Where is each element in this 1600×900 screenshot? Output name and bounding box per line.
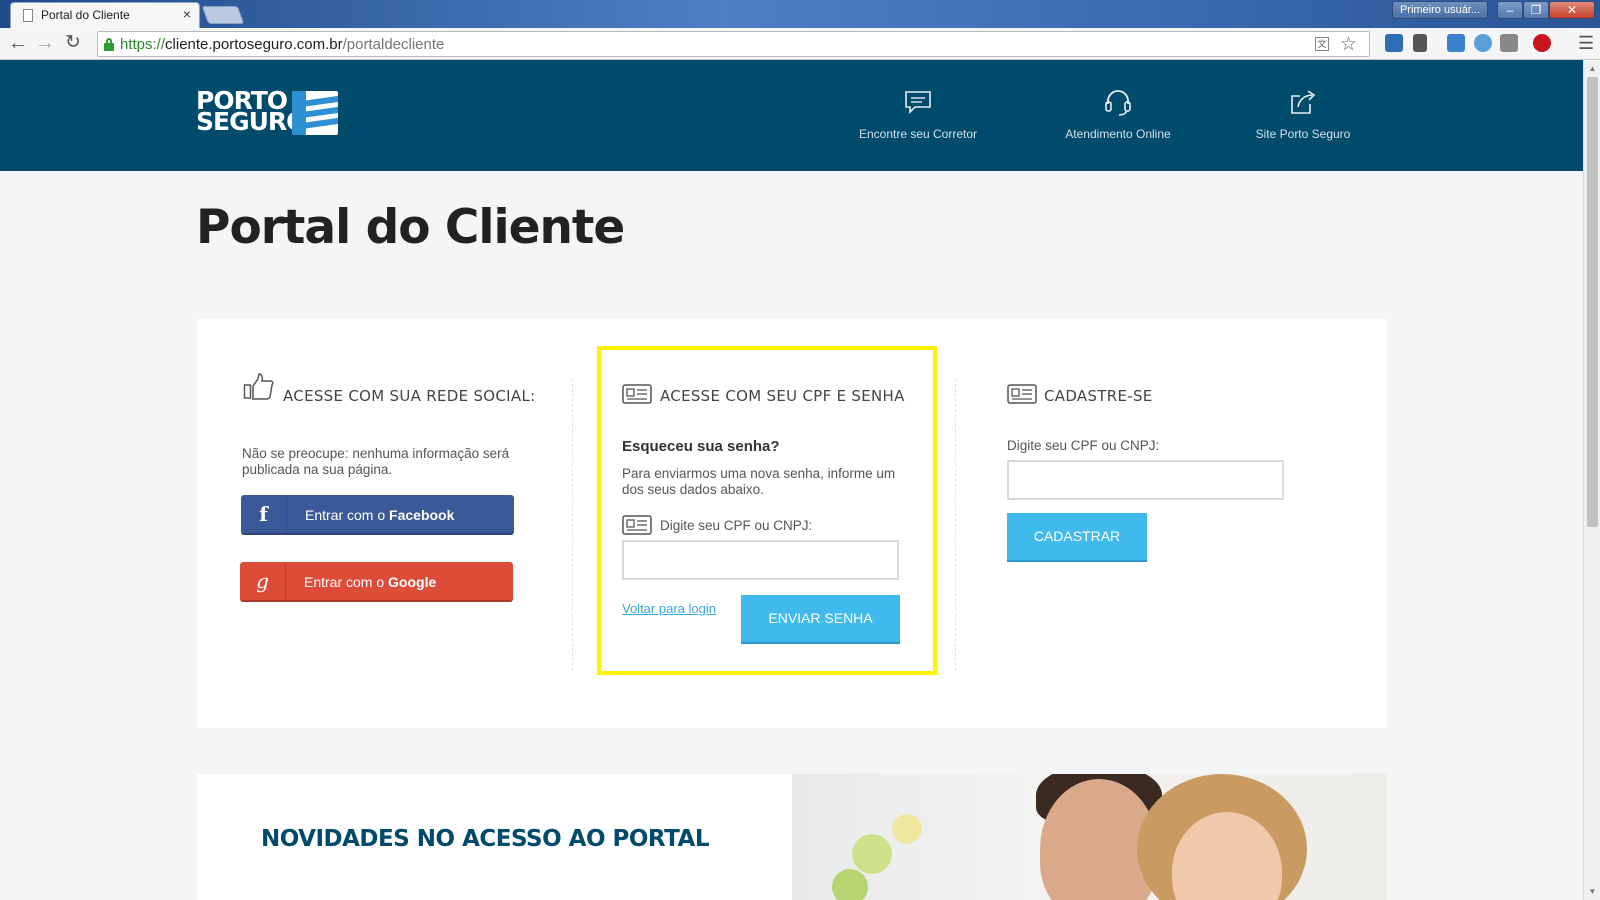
scroll-down-arrow-icon[interactable]: ▼ [1584, 883, 1600, 900]
close-window-button[interactable]: ✕ [1549, 1, 1595, 19]
header-link-label: Site Porto Seguro [1255, 127, 1351, 141]
news-section: NOVIDADES NO ACESSO AO PORTAL [197, 774, 1387, 900]
id-card-icon [1007, 384, 1037, 404]
google-login-button[interactable]: g Entrar com o Google [240, 562, 513, 602]
header-link-atendimento[interactable]: Atendimento Online [1058, 87, 1178, 141]
address-bar[interactable]: https://cliente.portoseguro.com.br/porta… [97, 31, 1370, 57]
header-link-site[interactable]: Site Porto Seguro [1248, 87, 1358, 141]
tab-title: Portal do Cliente [41, 8, 130, 22]
header-link-label: Atendimento Online [1065, 127, 1171, 141]
minimize-button[interactable]: – [1497, 1, 1523, 19]
lock-icon [104, 38, 114, 51]
extension-red-icon[interactable] [1533, 34, 1551, 52]
scroll-thumb[interactable] [1587, 77, 1598, 527]
site-header: PORTO SEGURO Encontre seu Corretor Atend… [0, 60, 1583, 171]
maximize-button[interactable]: ❐ [1523, 1, 1549, 19]
browser-tab[interactable]: Portal do Cliente × [10, 2, 200, 28]
register-column: CADASTRE-SE Digite seu CPF ou CNPJ: CADA… [955, 319, 1387, 728]
tab-close-icon[interactable]: × [183, 6, 191, 22]
reload-icon[interactable]: ↻ [61, 32, 85, 56]
vertical-scrollbar[interactable]: ▲ ▼ [1583, 60, 1600, 900]
header-link-label: Encontre seu Corretor [858, 127, 978, 141]
extension-eyedropper-icon[interactable] [1413, 34, 1427, 52]
new-tab-button[interactable] [201, 6, 245, 24]
register-field-label: Digite seu CPF ou CNPJ: [1007, 438, 1160, 453]
page-icon [23, 9, 33, 22]
porto-seguro-logo[interactable]: PORTO SEGURO [196, 86, 356, 138]
couple-photo [792, 774, 1387, 900]
extension-ghost-icon[interactable] [1474, 34, 1492, 52]
page-title: Portal do Cliente [196, 200, 625, 255]
external-link-icon [1291, 90, 1316, 114]
window-titlebar: Portal do Cliente × Primeiro usuár... – … [0, 0, 1600, 28]
register-heading: CADASTRE-SE [1044, 387, 1153, 405]
social-note: Não se preocupe: nenhuma informação será… [242, 446, 510, 477]
forward-arrow-icon[interactable]: → [33, 32, 57, 56]
register-cpf-input[interactable] [1007, 460, 1284, 500]
social-login-column: ACESSE COM SUA REDE SOCIAL: Não se preoc… [197, 319, 572, 728]
facebook-login-button[interactable]: f Entrar com o Facebook [241, 495, 514, 535]
chat-bubble-icon [905, 91, 931, 114]
profile-button[interactable]: Primeiro usuár... [1392, 1, 1488, 19]
scroll-up-arrow-icon[interactable]: ▲ [1584, 60, 1600, 77]
headset-icon [1105, 90, 1131, 116]
header-link-corretor[interactable]: Encontre seu Corretor [858, 87, 978, 141]
register-button[interactable]: CADASTRAR [1007, 513, 1147, 562]
social-heading: ACESSE COM SUA REDE SOCIAL: [283, 387, 536, 405]
thumbs-up-icon [243, 373, 274, 400]
extension-pen-icon[interactable] [1500, 34, 1518, 52]
highlight-box [597, 346, 937, 675]
extension-dev-icon[interactable] [1385, 34, 1403, 52]
url-text[interactable]: https://cliente.portoseguro.com.br/porta… [120, 36, 444, 53]
logo-wordmark: PORTO SEGURO [196, 86, 307, 136]
back-arrow-icon[interactable]: ← [6, 32, 30, 56]
google-icon: g [240, 562, 286, 600]
menu-icon[interactable]: ☰ [1578, 33, 1594, 54]
facebook-icon: f [241, 495, 287, 533]
translate-icon[interactable]: 文 [1315, 37, 1329, 51]
news-title: NOVIDADES NO ACESSO AO PORTAL [261, 826, 709, 852]
extension-blue-icon[interactable] [1447, 34, 1465, 52]
logo-mark-icon [292, 91, 338, 135]
browser-toolbar: ← → ↻ https://cliente.portoseguro.com.br… [0, 28, 1600, 60]
star-icon[interactable]: ☆ [1340, 33, 1357, 56]
